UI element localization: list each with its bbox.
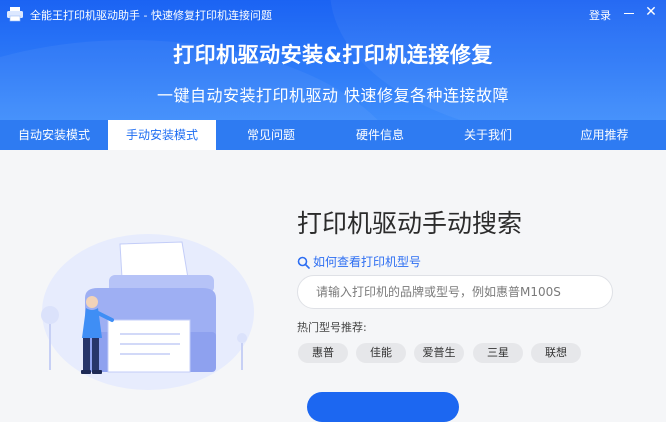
- tab-manual-install[interactable]: 手动安装模式: [108, 120, 216, 150]
- tab-app-recommend[interactable]: 应用推荐: [543, 120, 666, 150]
- hero-subtitle: 一键自动安装打印机驱动 快速修复各种连接故障: [156, 86, 510, 105]
- hot-model-chip[interactable]: 联想: [531, 343, 581, 363]
- hero-title: 打印机驱动安装&打印机连接修复: [173, 43, 493, 67]
- hot-model-chip[interactable]: 佳能: [356, 343, 406, 363]
- printer-illustration: [41, 234, 254, 390]
- login-button[interactable]: 登录: [589, 7, 611, 23]
- tab-faq[interactable]: 常见问题: [217, 120, 325, 150]
- search-button[interactable]: [307, 392, 459, 422]
- main-nav: 自动安装模式 手动安装模式 常见问题 硬件信息 关于我们 应用推荐: [0, 120, 666, 150]
- tab-about-us[interactable]: 关于我们: [434, 120, 542, 150]
- window-title: 全能王打印机驱动助手 - 快速修复打印机连接问题: [30, 9, 272, 22]
- hot-model-chip[interactable]: 爱普生: [414, 343, 464, 363]
- close-icon[interactable]: ✕: [642, 3, 660, 21]
- hot-model-chip[interactable]: 惠普: [298, 343, 348, 363]
- howto-model-label: 如何查看打印机型号: [313, 255, 422, 269]
- howto-model-link[interactable]: 如何查看打印机型号: [297, 253, 421, 270]
- tab-hardware-info[interactable]: 硬件信息: [326, 120, 434, 150]
- title-bar: 全能王打印机驱动助手 - 快速修复打印机连接问题 登录 ✕: [0, 0, 666, 28]
- minimize-icon: [624, 13, 634, 14]
- hot-models-label: 热门型号推荐:: [297, 321, 367, 334]
- search-icon: [297, 256, 310, 269]
- model-search-input[interactable]: [297, 275, 613, 309]
- minimize-button[interactable]: [620, 4, 638, 22]
- tab-auto-install[interactable]: 自动安装模式: [0, 120, 108, 150]
- page-title: 打印机驱动手动搜索: [297, 209, 523, 238]
- printer-app-icon: [7, 7, 23, 22]
- app-header: 全能王打印机驱动助手 - 快速修复打印机连接问题 登录 ✕ 打印机驱动安装&打印…: [0, 0, 666, 120]
- manual-install-panel: 打印机驱动手动搜索 如何查看打印机型号 热门型号推荐: 惠普 佳能 爱普生 三星…: [0, 150, 666, 422]
- hot-model-chip[interactable]: 三星: [473, 343, 523, 363]
